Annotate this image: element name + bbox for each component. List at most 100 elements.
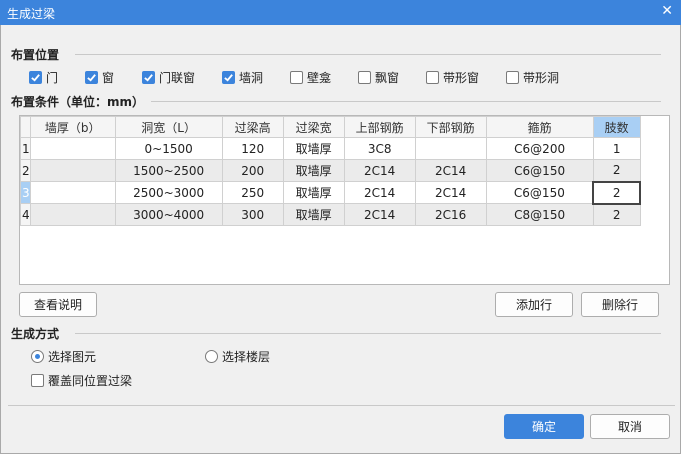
generate-section-label: 生成方式: [11, 327, 60, 341]
view-help-button[interactable]: 查看说明: [19, 292, 97, 317]
table-cell[interactable]: 取墙厚: [282, 159, 345, 182]
table-cell[interactable]: 300: [221, 203, 284, 226]
overwrite-checkbox[interactable]: 覆盖同位置过梁: [31, 372, 132, 389]
table-cell[interactable]: 2C14: [343, 203, 416, 226]
table-cell[interactable]: 2: [592, 180, 642, 205]
table-cell[interactable]: 1500~2500: [114, 159, 223, 182]
ok-button[interactable]: 确定: [504, 414, 584, 439]
table-cell[interactable]: 2C14: [343, 181, 416, 204]
table-cell[interactable]: 2: [592, 203, 641, 226]
table-cell[interactable]: [29, 137, 116, 160]
table-row[interactable]: 3 2500~3000 250 取墙厚 2C14 2C14 C6@150 2: [20, 180, 642, 205]
placement-option-label: 门联窗: [159, 71, 196, 85]
radio-select-floor-label: 选择楼层: [222, 350, 271, 364]
unchecked-box[interactable]: [506, 71, 519, 84]
table-cell[interactable]: C6@200: [485, 137, 594, 160]
table-cell[interactable]: [29, 159, 116, 182]
delete-row-button[interactable]: 删除行: [581, 292, 659, 317]
title-bar: 生成过梁 ✕: [0, 0, 681, 25]
table-cell[interactable]: 2C14: [414, 181, 487, 204]
radio-dot: [35, 354, 40, 359]
placement-option-6[interactable]: 带形窗: [426, 69, 479, 86]
placement-option-0[interactable]: 门: [29, 69, 58, 86]
column-header[interactable]: 洞宽（L）: [114, 116, 223, 138]
placement-option-5[interactable]: 飘窗: [358, 69, 399, 86]
table-cell[interactable]: C6@150: [485, 159, 594, 182]
unchecked-box[interactable]: [426, 71, 439, 84]
row-number[interactable]: 4: [20, 203, 31, 226]
placement-option-7[interactable]: 带形洞: [506, 69, 559, 86]
table-cell[interactable]: 3C8: [343, 137, 416, 160]
placement-option-2[interactable]: 门联窗: [142, 69, 195, 86]
radio-select-element-label: 选择图元: [48, 350, 97, 364]
overwrite-checkbox-box[interactable]: [31, 374, 44, 387]
table-cell[interactable]: C6@150: [485, 181, 594, 204]
column-header[interactable]: 过梁宽: [282, 116, 345, 138]
column-header[interactable]: 上部钢筋: [343, 116, 416, 138]
dialog-body: 布置位置 门 窗 门联窗 墙洞 壁龛 飘窗 带形窗 带形洞 布置条件（单位：mm） 墙厚（b）…: [0, 25, 681, 454]
row-number[interactable]: 1: [20, 137, 31, 160]
radio-select-element-indicator[interactable]: [31, 350, 44, 363]
unchecked-box[interactable]: [290, 71, 303, 84]
table-cell[interactable]: 2C16: [414, 203, 487, 226]
column-header[interactable]: 过梁高: [221, 116, 284, 138]
placement-option-1[interactable]: 窗: [85, 69, 114, 86]
placement-option-label: 墙洞: [239, 71, 264, 85]
cancel-button[interactable]: 取消: [590, 414, 670, 439]
placement-option-label: 飘窗: [375, 71, 400, 85]
generate-divider: [75, 333, 661, 334]
conditions-divider: [151, 101, 661, 102]
table-cell[interactable]: 2C14: [343, 159, 416, 182]
column-header[interactable]: 下部钢筋: [414, 116, 487, 138]
conditions-section-label: 布置条件（单位：mm）: [11, 95, 145, 109]
table-cell[interactable]: 120: [221, 137, 284, 160]
checked-icon[interactable]: [85, 71, 98, 84]
row-number[interactable]: 3: [20, 181, 31, 204]
placement-option-label: 壁龛: [307, 71, 332, 85]
placement-section-label: 布置位置: [11, 48, 60, 62]
table-cell[interactable]: 2C14: [414, 159, 487, 182]
placement-option-label: 窗: [102, 71, 115, 85]
add-row-button[interactable]: 添加行: [495, 292, 573, 317]
table-cell[interactable]: 取墙厚: [282, 181, 345, 204]
table-cell[interactable]: 取墙厚: [282, 203, 345, 226]
row-header-corner: [20, 116, 31, 138]
table-cell[interactable]: [414, 137, 487, 160]
radio-select-element[interactable]: 选择图元: [31, 348, 96, 365]
placement-option-label: 门: [46, 71, 59, 85]
conditions-table[interactable]: 墙厚（b） 洞宽（L） 过梁高 过梁宽 上部钢筋 下部钢筋 箍筋 肢数 1 0~1500 120 取…: [19, 115, 670, 285]
row-number[interactable]: 2: [20, 159, 31, 182]
footer-divider: [8, 405, 675, 406]
column-header[interactable]: 墙厚（b）: [29, 116, 116, 138]
placement-option-4[interactable]: 壁龛: [290, 69, 331, 86]
table-cell[interactable]: 0~1500: [114, 137, 223, 160]
checked-icon[interactable]: [222, 71, 235, 84]
table-row[interactable]: 4 3000~4000 300 取墙厚 2C14 2C16 C8@150 2: [20, 203, 641, 226]
radio-select-floor-indicator[interactable]: [205, 350, 218, 363]
table-cell[interactable]: 200: [221, 159, 284, 182]
table-cell[interactable]: [29, 203, 116, 226]
placement-option-label: 带形洞: [523, 71, 560, 85]
table-cell[interactable]: C8@150: [485, 203, 594, 226]
checked-icon[interactable]: [29, 71, 42, 84]
radio-select-floor[interactable]: 选择楼层: [205, 348, 270, 365]
column-header[interactable]: 箍筋: [485, 116, 594, 138]
table-cell[interactable]: [29, 181, 116, 204]
table-cell[interactable]: 2: [592, 159, 641, 182]
table-cell[interactable]: 1: [592, 137, 641, 160]
table-row[interactable]: 1 0~1500 120 取墙厚 3C8 C6@200 1: [20, 137, 641, 160]
table-cell[interactable]: 2500~3000: [114, 181, 223, 204]
overwrite-checkbox-label: 覆盖同位置过梁: [48, 374, 133, 388]
close-icon[interactable]: ✕: [661, 3, 673, 19]
placement-option-3[interactable]: 墙洞: [222, 69, 263, 86]
column-header[interactable]: 肢数: [592, 116, 641, 138]
table-cell[interactable]: 取墙厚: [282, 137, 345, 160]
table-cell[interactable]: 3000~4000: [114, 203, 223, 226]
placement-divider: [75, 54, 661, 55]
unchecked-box[interactable]: [358, 71, 371, 84]
checked-icon[interactable]: [142, 71, 155, 84]
table-cell[interactable]: 250: [221, 181, 284, 204]
table-row[interactable]: 2 1500~2500 200 取墙厚 2C14 2C14 C6@150 2: [20, 159, 641, 182]
window-title: 生成过梁: [7, 7, 56, 21]
placement-option-label: 带形窗: [443, 71, 480, 85]
